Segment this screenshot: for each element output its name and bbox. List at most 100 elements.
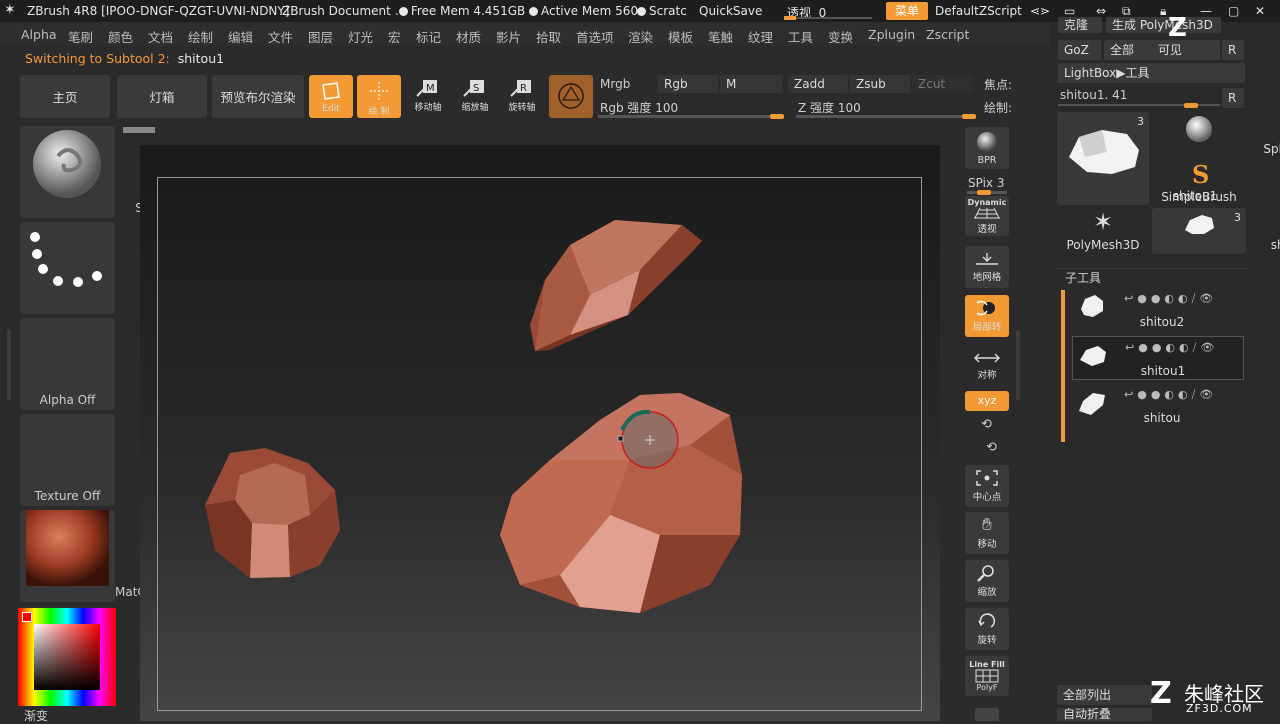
menu-light[interactable]: 灯光 <box>348 27 373 46</box>
local-rotate-button[interactable]: 局部转 <box>965 295 1009 337</box>
tool-thumb-shitou1-small[interactable]: 3 shitou1 <box>1152 208 1280 254</box>
zoom-view-button[interactable]: 缩放 <box>965 560 1009 602</box>
color-picker[interactable] <box>18 608 116 706</box>
menu-zplugin[interactable]: Zplugin <box>868 27 915 42</box>
menu-picker[interactable]: 拾取 <box>536 27 561 46</box>
subtool-visibility-icons[interactable]: ↩●●◐◐⧸👁︎ <box>1124 292 1217 306</box>
make-polymesh-button[interactable]: 生成 PolyMesh3D <box>1106 17 1221 33</box>
restore-icon[interactable]: ▢ <box>1228 4 1239 18</box>
scale-button[interactable]: S 缩放轴 <box>454 78 496 120</box>
z-rotate-icon[interactable]: ⟲ <box>986 440 997 455</box>
rotate-view-button[interactable]: 旋转 <box>965 608 1009 650</box>
mrgb-toggle[interactable]: Mrgb <box>600 77 630 91</box>
floor-grid-button[interactable]: 地网格 <box>965 246 1009 288</box>
goz-r-button[interactable]: R <box>1222 40 1244 60</box>
move-button[interactable]: M 移动轴 <box>407 78 449 120</box>
material-selector[interactable]: MatCap Red Wax <box>20 510 210 602</box>
brush-selector[interactable]: Standard <box>20 126 190 218</box>
goz-visible-button[interactable]: 可见 <box>1152 40 1220 60</box>
menu-movie[interactable]: 影片 <box>496 27 521 46</box>
rgb-toggle[interactable]: Rgb <box>658 75 718 93</box>
default-zscript-button[interactable]: DefaultZScript <box>935 4 1022 18</box>
close-icon[interactable]: ✕ <box>1255 4 1265 18</box>
lightbox-button[interactable]: 灯箱 <box>117 75 207 118</box>
menu-zscript[interactable]: Zscript <box>926 27 969 42</box>
zadd-toggle[interactable]: Zadd <box>788 75 848 93</box>
z-intensity-slider[interactable] <box>796 114 976 119</box>
spix-slider[interactable] <box>967 190 1007 195</box>
y-rotate-icon[interactable]: ⟲ <box>981 417 992 432</box>
clone-button[interactable]: 克隆 <box>1058 17 1102 33</box>
menu-draw[interactable]: 绘制 <box>188 27 213 46</box>
focal-shift-label[interactable]: 焦点: <box>984 76 1012 93</box>
auto-collapse-button[interactable]: 自动折叠 <box>1057 708 1152 721</box>
rgb-intensity-label[interactable]: Rgb 强度 100 <box>600 99 678 116</box>
home-button[interactable]: 主页 <box>20 75 110 118</box>
spix-label[interactable]: SPix 3 <box>968 176 1005 190</box>
color-square[interactable] <box>34 624 100 690</box>
subtool-visibility-icons[interactable]: ↩●●◐◐⧸👁︎ <box>1125 341 1218 355</box>
tool-thumb-polymesh3d[interactable]: ✶ PolyMesh3D <box>1057 208 1149 254</box>
subtool-scrollbar[interactable] <box>1061 290 1065 442</box>
goz-all-button[interactable]: 全部 <box>1104 40 1156 60</box>
menu-stroke[interactable]: 笔触 <box>708 27 733 46</box>
texture-selector[interactable]: Texture Off <box>20 414 115 506</box>
menu-stencil[interactable]: 模板 <box>668 27 693 46</box>
bpr-preview-button[interactable]: 预览布尔渲染 <box>212 75 304 118</box>
right-tray-divider[interactable] <box>1016 330 1020 400</box>
main-color-swatch[interactable] <box>22 612 32 622</box>
bpr-render-button[interactable]: BPR <box>965 127 1009 169</box>
canvas-scroll-handle[interactable] <box>123 127 155 133</box>
draw-size-label[interactable]: 绘制: <box>984 99 1012 116</box>
alpha-selector[interactable]: Alpha Off <box>20 318 115 410</box>
goz-button[interactable]: GoZ <box>1058 40 1101 60</box>
edit-button[interactable]: Edit <box>309 75 353 118</box>
menu-material[interactable]: 材质 <box>456 27 481 46</box>
menu-texture[interactable]: 纹理 <box>748 27 773 46</box>
menu-render[interactable]: 渲染 <box>628 27 653 46</box>
subtool-header[interactable]: 子工具 <box>1065 269 1101 286</box>
z-intensity-label[interactable]: Z 强度 100 <box>798 99 861 116</box>
menu-transform[interactable]: 变换 <box>828 27 853 46</box>
center-point-button[interactable]: 中心点 <box>965 465 1009 507</box>
tool-r-button[interactable]: R <box>1222 88 1244 108</box>
dynamic-perspective-button[interactable]: Dynamic 透视 <box>965 196 1009 236</box>
lightbox-tools-button[interactable]: LightBox▶工具 <box>1058 63 1245 83</box>
menu-tool[interactable]: 工具 <box>788 27 813 46</box>
menu-toggle-button[interactable]: 菜单 <box>886 2 928 20</box>
line-fill-polyframe-button[interactable]: Line Fill PolyF <box>965 656 1009 696</box>
m-toggle[interactable]: M <box>720 75 782 93</box>
subtool-row-shitou[interactable]: ↩●●◐◐⧸👁︎ shitou <box>1072 384 1244 428</box>
document-label[interactable]: ZBrush Document <box>282 4 391 18</box>
menu-preferences[interactable]: 首选项 <box>576 27 614 46</box>
subtool-row-shitou2[interactable]: ↩●●◐◐⧸👁︎ shitou2 <box>1072 288 1244 332</box>
menu-color[interactable]: 颜色 <box>108 27 133 46</box>
symmetry-button[interactable]: 对称 <box>965 345 1009 387</box>
menu-layer[interactable]: 图层 <box>308 27 333 46</box>
stroke-selector[interactable]: Dots <box>20 222 176 314</box>
move-view-button[interactable]: ✋︎ 移动 <box>965 512 1009 554</box>
menu-file[interactable]: 文件 <box>268 27 293 46</box>
menu-edit[interactable]: 编辑 <box>228 27 253 46</box>
current-tool-label[interactable]: shitou1. 41 <box>1060 88 1127 102</box>
menu-marker[interactable]: 标记 <box>416 27 441 46</box>
rgb-intensity-slider[interactable] <box>598 114 784 119</box>
tray-toggle-icon[interactable]: ▭ <box>1064 4 1075 18</box>
quicksave-button[interactable]: QuickSave <box>699 4 762 18</box>
perspective-slider[interactable] <box>784 16 872 20</box>
subtool-row-shitou1-active[interactable]: ↩●●◐◐⧸👁︎ shitou1 <box>1072 336 1244 380</box>
transp-button[interactable] <box>975 708 999 721</box>
tool-thumb-sphere3d[interactable]: Sphere3D <box>1152 112 1280 158</box>
viewport-3d[interactable] <box>140 145 940 721</box>
document-canvas[interactable] <box>140 145 940 721</box>
tray-left-icon[interactable]: ⇔ <box>1096 4 1106 18</box>
rotate-button[interactable]: R 旋转轴 <box>501 78 543 120</box>
left-tray-divider[interactable] <box>7 330 11 400</box>
current-tool-slider[interactable] <box>1058 103 1220 108</box>
menu-brush[interactable]: 笔刷 <box>68 27 93 46</box>
material-swatch-button[interactable] <box>549 75 593 118</box>
minimize-icon[interactable]: — <box>1200 4 1212 18</box>
tool-thumb-simplebrush[interactable]: S SimpleBrush <box>1152 160 1246 206</box>
zcut-toggle[interactable]: Zcut <box>912 75 972 93</box>
tray-arrows-icon[interactable]: ⋖⋗ <box>1030 4 1050 18</box>
